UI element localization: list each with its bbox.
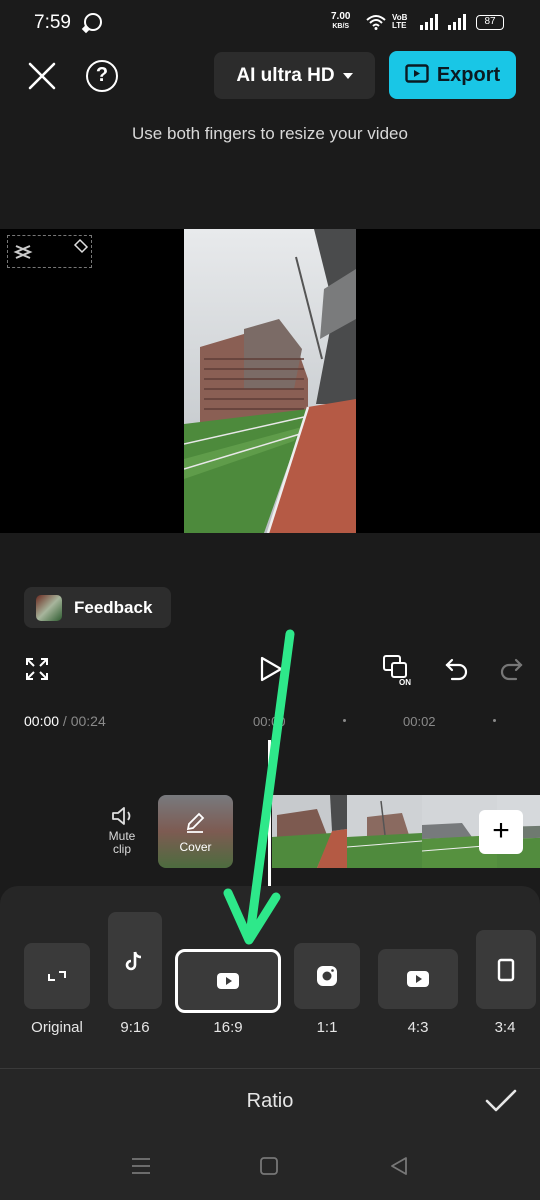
- checkmark-icon[interactable]: [484, 1086, 518, 1116]
- tiktok-icon: [125, 951, 142, 970]
- playhead[interactable]: [268, 740, 271, 888]
- play-icon[interactable]: [258, 656, 284, 682]
- youtube-icon: [217, 973, 239, 989]
- ratio-option-box[interactable]: [108, 912, 162, 1009]
- panel-divider: [0, 1068, 540, 1069]
- instagram-icon: [317, 966, 337, 986]
- clip-frame: [347, 795, 422, 868]
- clip-frame: [272, 795, 347, 868]
- ratio-label: 4:3: [407, 1019, 429, 1036]
- cover-button[interactable]: Cover: [158, 795, 233, 868]
- ruler-tick-label: 00:00: [253, 714, 286, 729]
- help-button[interactable]: ?: [86, 60, 118, 92]
- quality-label: AI ultra HD: [236, 64, 335, 86]
- preview-on-icon[interactable]: ON: [382, 654, 416, 686]
- quality-dropdown[interactable]: AI ultra HD: [214, 52, 375, 99]
- feedback-button[interactable]: Feedback: [24, 587, 171, 628]
- ratio-option-box[interactable]: [476, 930, 536, 1009]
- volte-indicator: VoB LTE: [392, 14, 407, 30]
- pencil-icon: [186, 812, 205, 833]
- watermark-box[interactable]: [7, 235, 92, 268]
- ratio-label: 16:9: [213, 1019, 243, 1036]
- volte-bottom: LTE: [392, 21, 407, 30]
- export-icon: [405, 64, 429, 83]
- ratio-option-box[interactable]: [378, 949, 458, 1009]
- chevron-down-icon: [342, 72, 353, 79]
- feedback-thumbnail: [36, 594, 62, 621]
- ratio-option-box[interactable]: [294, 943, 360, 1009]
- status-bar: 7:59 7.00 KB/S VoB LTE 87: [0, 0, 540, 48]
- signal-icon-2: [448, 14, 466, 30]
- ratio-title: Ratio: [246, 1090, 294, 1112]
- ruler-dot: [493, 719, 496, 722]
- timecode: 00:00 / 00:24: [24, 713, 106, 729]
- cover-label: Cover: [179, 840, 212, 854]
- video-frame: [184, 229, 356, 533]
- ratio-panel: [0, 886, 540, 1200]
- menu-nav-icon[interactable]: [130, 1156, 152, 1176]
- mute-label-2: clip: [112, 842, 131, 856]
- wifi-icon: [366, 15, 386, 30]
- whatsapp-icon: [84, 13, 102, 31]
- total-duration: 00:24: [70, 713, 106, 729]
- ratio-option-box[interactable]: [24, 943, 90, 1009]
- network-speed-unit: KB/S: [332, 23, 350, 30]
- status-time: 7:59: [34, 12, 71, 33]
- home-nav-icon[interactable]: [259, 1156, 279, 1176]
- youtube-icon: [407, 971, 429, 987]
- export-button[interactable]: Export: [389, 51, 516, 99]
- speaker-icon: [112, 807, 131, 825]
- undo-icon[interactable]: [444, 656, 470, 682]
- mute-clip-button[interactable]: Mute clip: [99, 805, 145, 856]
- current-time: 00:00: [24, 713, 60, 729]
- ratio-label: 3:4: [494, 1019, 516, 1036]
- ruler-dot: [343, 719, 346, 722]
- signal-icon-1: [420, 14, 438, 30]
- ratio-label: 1:1: [316, 1019, 338, 1036]
- portrait-rect-icon: [497, 958, 515, 981]
- time-separator: /: [59, 713, 71, 729]
- back-nav-icon[interactable]: [388, 1156, 410, 1176]
- feedback-label: Feedback: [74, 597, 153, 617]
- video-preview[interactable]: [0, 229, 540, 533]
- mute-label-1: Mute: [108, 829, 136, 843]
- redo-icon[interactable]: [498, 656, 524, 682]
- ruler-tick-label: 00:02: [403, 714, 436, 729]
- resize-hint: Use both fingers to resize your video: [132, 124, 408, 143]
- capcut-logo-icon: [13, 238, 89, 259]
- ratio-option-box-selected[interactable]: [175, 949, 281, 1013]
- network-speed: 7.00 KB/S: [331, 12, 350, 32]
- battery-icon: 87: [476, 15, 504, 30]
- expand-icon: [48, 971, 66, 981]
- network-speed-value: 7.00: [331, 11, 351, 22]
- close-button[interactable]: [24, 58, 60, 94]
- export-label: Export: [436, 63, 501, 86]
- add-clip-button[interactable]: +: [479, 810, 523, 854]
- svg-text:ON: ON: [399, 678, 411, 686]
- fullscreen-icon[interactable]: [25, 657, 49, 681]
- ratio-label: 9:16: [120, 1019, 150, 1036]
